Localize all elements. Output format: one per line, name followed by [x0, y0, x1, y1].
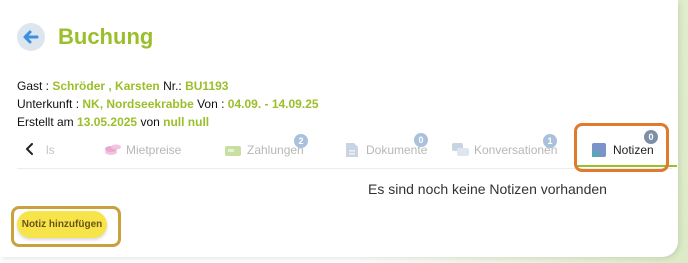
tab-label: Mietpreise	[126, 143, 182, 157]
accommodation-row: Unterkunft : NK, Nordseekrabbe Von : 04.…	[17, 97, 319, 111]
booking-card: Buchung Gast : Schröder , Karsten Nr.: B…	[0, 0, 678, 257]
tab-badge: 2	[294, 134, 308, 148]
add-note-button[interactable]: Notiz hinzufügen	[17, 211, 107, 238]
notes-empty-message: Es sind noch keine Notizen vorhanden	[368, 181, 607, 197]
tab-zahlungen[interactable]: Zahlungen 2	[225, 134, 308, 165]
tab-badge: 0	[414, 133, 428, 147]
chat-icon	[452, 142, 469, 158]
guest-label: Gast :	[17, 79, 50, 93]
tab-badge: 1	[543, 134, 557, 148]
tab-mietpreise[interactable]: Mietpreise	[104, 135, 181, 165]
created-row: Erstellt am 13.05.2025 von null null	[17, 115, 209, 129]
highlight-box-notizen-tab	[574, 123, 669, 172]
guest-row: Gast : Schröder , Karsten Nr.: BU1193	[17, 79, 228, 93]
tabs-scroll-left-button[interactable]	[17, 134, 43, 164]
page-title: Buchung	[58, 24, 154, 49]
back-button[interactable]	[17, 23, 45, 51]
accommodation-name: NK, Nordseekrabbe	[82, 97, 194, 111]
created-by: null null	[163, 115, 210, 129]
document-icon	[344, 142, 360, 158]
booking-number: BU1193	[185, 79, 229, 93]
created-label: Erstellt am	[17, 115, 74, 129]
tab-konversationen[interactable]: Konversationen 1	[452, 134, 557, 165]
chevron-left-icon	[26, 143, 33, 155]
tab-partial-details[interactable]: ls	[46, 143, 55, 157]
created-date: 13.05.2025	[77, 115, 138, 129]
tabs-divider	[17, 168, 672, 169]
coins-icon	[104, 142, 121, 158]
payment-icon	[225, 142, 241, 158]
guest-name: Schröder , Karsten	[52, 79, 160, 93]
by-label: von	[140, 115, 160, 129]
accommodation-label: Unterkunft :	[17, 97, 80, 111]
tab-dokumente[interactable]: Dokumente 0	[344, 133, 428, 165]
arrow-left-icon	[23, 30, 39, 44]
number-label: Nr.:	[163, 79, 182, 93]
from-label: Von :	[197, 97, 225, 111]
date-range: 04.09. - 14.09.25	[227, 97, 319, 111]
